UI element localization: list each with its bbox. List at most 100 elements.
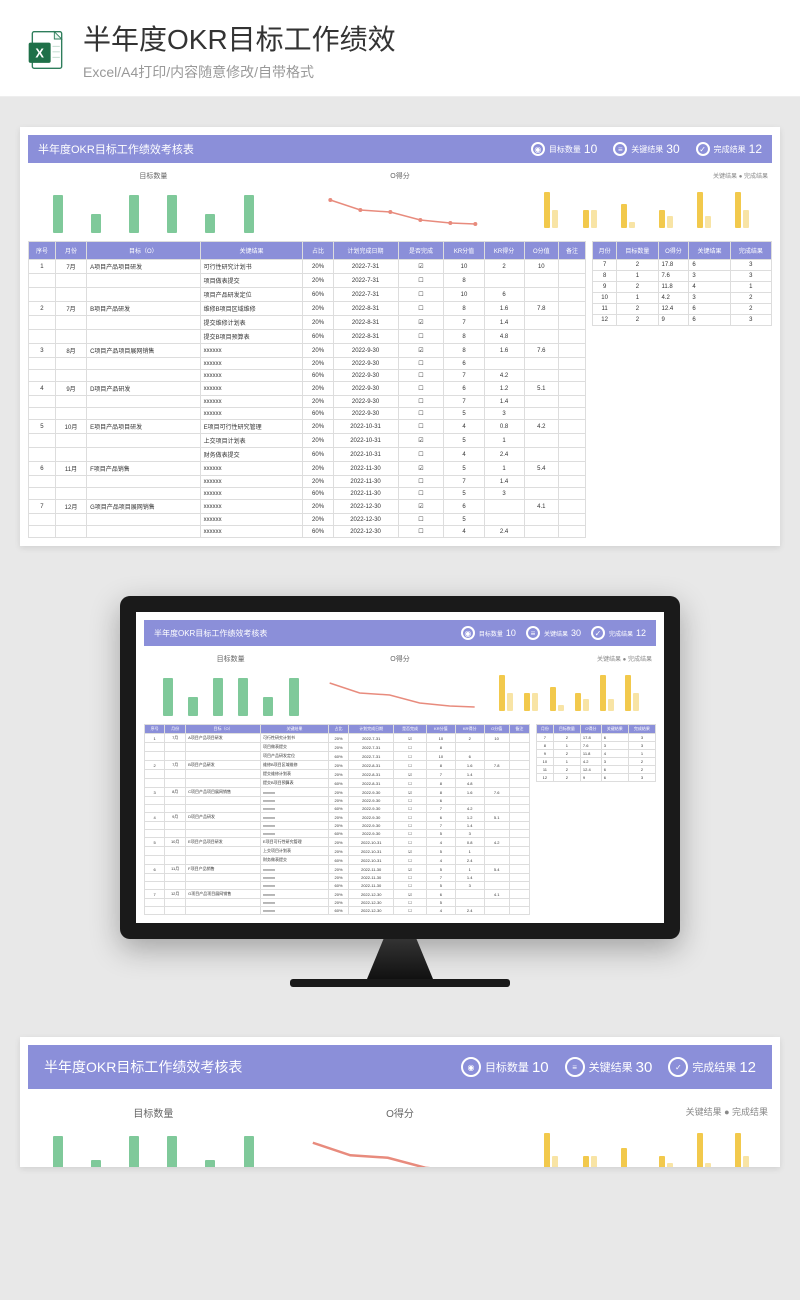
check-icon: ✓ <box>591 626 605 640</box>
table-header: 关键结果 <box>689 242 730 260</box>
table-row: 817.633 <box>537 742 656 750</box>
table-header: 备注 <box>558 242 585 260</box>
table-row: 项目产品研发定位60%2022-7-31☐106 <box>145 752 530 761</box>
list-icon: ≡ <box>526 626 540 640</box>
bar-chart-green <box>148 668 313 716</box>
table-row: 财务做表提交60%2022-10-31☐42.4 <box>29 448 586 462</box>
stat-kr: ≡关键结果30 <box>613 142 679 156</box>
table-row: 27月B项目产品研发维修B项目区域维修20%2022-8-31☐81.67.8 <box>145 761 530 770</box>
sheet-banner: 半年度OKR目标工作绩效考核表 ◉目标数量10 ≡关键结果30 ✓完成结果12 <box>28 135 772 163</box>
table-row: xxxxxx60%2022-9-30☐53 <box>29 408 586 420</box>
table-row: 项目产品研发定位60%2022-7-31☐106 <box>29 288 586 302</box>
table-row: 项目做表提交20%2022-7-31☐8 <box>145 743 530 752</box>
table-row: 提交维修计划表20%2022-8-31☑71.4 <box>29 316 586 330</box>
table-header: 完成结果 <box>628 725 655 734</box>
table-header: 是否完成 <box>394 725 427 734</box>
table-row: 提交B项目预算表60%2022-8-31☐84.8 <box>29 330 586 344</box>
target-icon: ◉ <box>461 1057 481 1077</box>
table-row: xxxxxx60%2022-9-30☐53 <box>145 830 530 838</box>
table-row: 7217.863 <box>593 260 772 271</box>
table-header: O分值 <box>484 725 509 734</box>
table-header: KR分值 <box>426 725 455 734</box>
table-row: 11212.462 <box>593 304 772 315</box>
bar-chart-green <box>32 1124 275 1167</box>
table-header: 月份 <box>537 725 554 734</box>
table-header: 月份 <box>55 242 86 260</box>
svg-text:X: X <box>35 45 44 60</box>
table-row: 510月E项目产品项目研发E项目可行性研究管理20%2022-10-31☐40.… <box>29 420 586 434</box>
stat-goals: ◉目标数量10 <box>531 142 597 156</box>
main-body: 17月A项目产品项目研发可行性研究计划书20%2022-7-31☑10210 项目… <box>29 260 586 538</box>
table-header: 关键结果 <box>260 725 328 734</box>
bar-chart-yellow <box>487 663 652 711</box>
table-row: 38月C项目产品项目展网销售xxxxxx20%2022-9-30☑81.67.6 <box>145 788 530 797</box>
chart-score: O得分 <box>279 171 522 233</box>
table-row: 7217.863 <box>537 734 656 742</box>
table-row: xxxxxx20%2022-9-30☐71.4 <box>29 396 586 408</box>
table-header: KR分值 <box>444 242 484 260</box>
table-header: 目标数量 <box>617 242 658 260</box>
table-row: xxxxxx60%2022-12-30☐42.4 <box>145 907 530 915</box>
chart-goals: 目标数量 <box>32 171 275 233</box>
table-row: 17月A项目产品项目研发可行性研究计划书20%2022-7-31☑10210 <box>29 260 586 274</box>
table-row: 49月D项目产品研发xxxxxx20%2022-9-30☐61.25.1 <box>29 382 586 396</box>
table-row: 9211.841 <box>593 282 772 293</box>
table-header: 关键结果 <box>601 725 628 734</box>
table-row: 712月G项目产品项目展网销售xxxxxx20%2022-12-30☑64.1 <box>145 890 530 899</box>
sheet-title: 半年度OKR目标工作绩效考核表 <box>38 141 515 157</box>
excel-file-icon: X <box>25 28 69 72</box>
target-icon: ◉ <box>531 142 545 156</box>
table-row: xxxxxx60%2022-9-30☐74.2 <box>29 370 586 382</box>
table-row: xxxxxx60%2022-11-30☐53 <box>145 882 530 890</box>
page-title: 半年度OKR目标工作绩效 <box>83 18 396 58</box>
page-subtitle: Excel/A4打印/内容随意修改/自带格式 <box>83 62 396 82</box>
table-row: 817.633 <box>593 271 772 282</box>
table-header: 关键结果 <box>200 242 303 260</box>
table-row: xxxxxx20%2022-9-30☐71.4 <box>145 822 530 830</box>
side-header-row: 月份目标数量O得分关键结果完成结果 <box>593 242 772 260</box>
table-header: 备注 <box>509 725 529 734</box>
stat-done: ✓完成结果12 <box>696 142 762 156</box>
table-header: 完成结果 <box>730 242 771 260</box>
table-row: xxxxxx60%2022-11-30☐53 <box>29 488 586 500</box>
table-row: xxxxxx20%2022-11-30☐71.4 <box>145 874 530 882</box>
side-body: 7217.863817.6339211.8411014.23211212.462… <box>593 260 772 326</box>
table-header: 序号 <box>145 725 165 734</box>
check-icon: ✓ <box>696 142 710 156</box>
table-header: 月份 <box>593 242 617 260</box>
page-header: X 半年度OKR目标工作绩效 Excel/A4打印/内容随意修改/自带格式 <box>0 0 800 97</box>
table-row: 提交B项目预算表60%2022-8-31☐84.8 <box>145 779 530 788</box>
table-row: 1014.232 <box>537 758 656 766</box>
table-row: xxxxxx20%2022-9-30☐6 <box>145 797 530 805</box>
spreadsheet-preview-strip: 半年度OKR目标工作绩效考核表 ◉目标数量10 ≡关键结果30 ✓完成结果12 … <box>20 1037 780 1167</box>
table-header: O得分 <box>658 242 689 260</box>
charts-row: 目标数量 O得分 关键结果 ● 完成结果 <box>28 163 772 241</box>
table-header: KR得分 <box>455 725 484 734</box>
monitor-stand <box>345 939 455 979</box>
table-header: 占比 <box>328 725 348 734</box>
chart-legend: 关键结果 ● 完成结果 <box>525 171 768 180</box>
bar-chart-yellow <box>525 1118 768 1167</box>
table-header: 是否完成 <box>398 242 444 260</box>
table-header: 目标（O） <box>186 725 261 734</box>
table-row: xxxxxx20%2022-9-30☐6 <box>29 358 586 370</box>
bar-chart-yellow <box>525 180 768 228</box>
table-header: 占比 <box>303 242 333 260</box>
table-row: 17月A项目产品项目研发可行性研究计划书20%2022-7-31☑10210 <box>145 734 530 743</box>
list-icon: ≡ <box>613 142 627 156</box>
table-row: 财务做表提交60%2022-10-31☐42.4 <box>145 856 530 865</box>
table-row: 611月F项目产品销售xxxxxx20%2022-11-30☑515.4 <box>29 462 586 476</box>
table-row: 712月G项目产品项目展网销售xxxxxx20%2022-12-30☑64.1 <box>29 500 586 514</box>
table-header: 目标数量 <box>553 725 580 734</box>
table-row: 提交维修计划表20%2022-8-31☑71.4 <box>145 770 530 779</box>
preview-area: 半年度OKR目标工作绩效考核表 ◉目标数量10 ≡关键结果30 ✓完成结果12 … <box>0 97 800 1197</box>
table-row: xxxxxx20%2022-12-30☐5 <box>145 899 530 907</box>
table-header: KR得分 <box>484 242 524 260</box>
table-header: 序号 <box>29 242 56 260</box>
table-header: 月份 <box>165 725 186 734</box>
spreadsheet-preview-large: 半年度OKR目标工作绩效考核表 ◉目标数量10 ≡关键结果30 ✓完成结果12 … <box>20 127 780 546</box>
list-icon: ≡ <box>565 1057 585 1077</box>
table-header: O得分 <box>580 725 601 734</box>
table-row: xxxxxx20%2022-12-30☐5 <box>29 514 586 526</box>
table-row: 38月C项目产品项目展网销售xxxxxx20%2022-9-30☑81.67.6 <box>29 344 586 358</box>
